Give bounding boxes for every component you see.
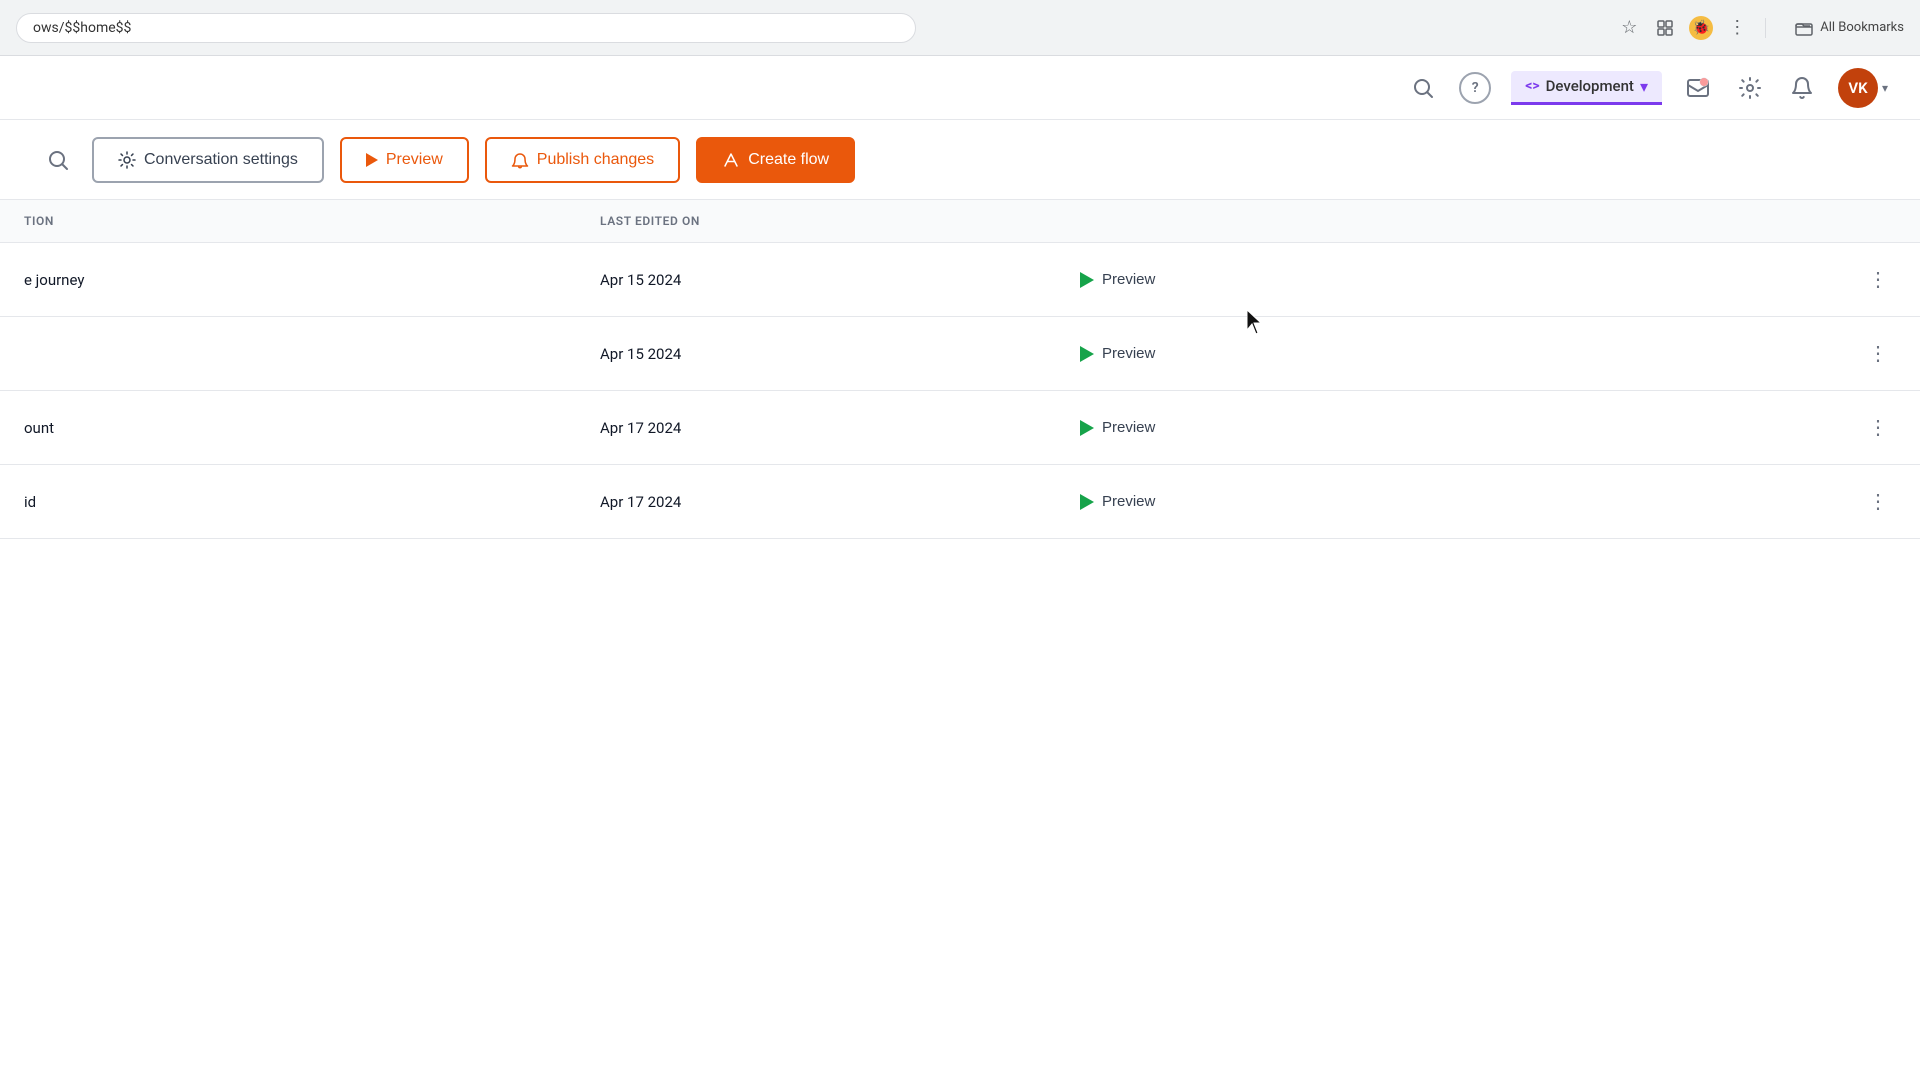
row-edited-3: Apr 17 2024 (576, 465, 1056, 539)
publish-changes-button[interactable]: Publish changes (485, 137, 680, 183)
row-preview-btn-3[interactable]: Preview (1080, 493, 1155, 510)
row-preview-btn-0[interactable]: Preview (1080, 271, 1155, 288)
app-header: ? <> Development ▾ (0, 56, 1920, 120)
toolbar: Conversation settings Preview Publish ch… (0, 120, 1920, 200)
preview-play-icon (366, 153, 378, 167)
col-header-edited: LAST EDITED ON (576, 200, 1056, 243)
row-edited-1: Apr 15 2024 (576, 317, 1056, 391)
row-preview-label-1: Preview (1102, 345, 1155, 362)
publish-changes-label: Publish changes (537, 151, 654, 169)
env-dropdown-icon: ▾ (1640, 77, 1648, 96)
toolbar-search-icon[interactable] (40, 142, 76, 178)
browser-menu-icon[interactable]: ⋮ (1725, 16, 1749, 40)
create-flow-icon (722, 151, 740, 169)
table-body: e journey Apr 15 2024 Preview ⋮ Apr 15 2… (0, 243, 1920, 539)
bookmarks-section[interactable]: All Bookmarks (1794, 18, 1904, 38)
help-icon[interactable]: ? (1459, 72, 1491, 104)
user-chevron-icon: ▾ (1882, 81, 1888, 95)
row-more-3: ⋮ (1728, 465, 1920, 539)
row-more-btn-1[interactable]: ⋮ (1860, 337, 1896, 370)
table-row: e journey Apr 15 2024 Preview ⋮ (0, 243, 1920, 317)
browser-icons: ☆ 🐞 ⋮ All Bookmarks (1617, 16, 1904, 40)
user-menu[interactable]: VK ▾ (1838, 68, 1888, 108)
env-selector[interactable]: <> Development ▾ (1511, 71, 1662, 105)
table-header: TION LAST EDITED ON (0, 200, 1920, 243)
row-edited-2: Apr 17 2024 (576, 391, 1056, 465)
bell-icon (511, 151, 529, 169)
table-container: TION LAST EDITED ON e journey Apr 15 202… (0, 200, 1920, 1080)
conversation-settings-button[interactable]: Conversation settings (92, 137, 324, 183)
row-more-2: ⋮ (1728, 391, 1920, 465)
row-preview-play-icon-0 (1080, 272, 1094, 288)
url-bar[interactable]: ows/$$home$$ (16, 13, 916, 43)
row-name-3: id (0, 465, 576, 539)
env-name-label: Development (1546, 77, 1634, 95)
page-content: ? <> Development ▾ (0, 56, 1920, 1080)
row-name-0: e journey (0, 243, 576, 317)
row-more-btn-0[interactable]: ⋮ (1860, 263, 1896, 296)
row-preview-play-icon-2 (1080, 420, 1094, 436)
user-avatar: VK (1838, 68, 1878, 108)
create-flow-button[interactable]: Create flow (696, 137, 855, 183)
row-preview-play-icon-3 (1080, 494, 1094, 510)
conversation-settings-label: Conversation settings (144, 151, 298, 169)
col-header-more (1728, 200, 1920, 243)
table-row: Apr 15 2024 Preview ⋮ (0, 317, 1920, 391)
row-actions-0: Preview (1056, 243, 1728, 317)
code-arrows-icon: <> (1525, 78, 1539, 94)
browser-divider (1765, 18, 1766, 38)
row-more-1: ⋮ (1728, 317, 1920, 391)
inbox-icon[interactable] (1682, 72, 1714, 104)
row-name-1 (0, 317, 576, 391)
profile-bug-icon[interactable]: 🐞 (1689, 16, 1713, 40)
bookmark-star-icon[interactable]: ☆ (1617, 16, 1641, 40)
table-row: id Apr 17 2024 Preview ⋮ (0, 465, 1920, 539)
row-preview-label-0: Preview (1102, 271, 1155, 288)
all-bookmarks-label: All Bookmarks (1820, 20, 1904, 35)
row-more-btn-2[interactable]: ⋮ (1860, 411, 1896, 444)
row-preview-btn-1[interactable]: Preview (1080, 345, 1155, 362)
row-name-2: ount (0, 391, 576, 465)
preview-button[interactable]: Preview (340, 137, 469, 183)
row-more-0: ⋮ (1728, 243, 1920, 317)
row-actions-2: Preview (1056, 391, 1728, 465)
create-flow-label: Create flow (748, 151, 829, 169)
row-preview-play-icon-1 (1080, 346, 1094, 362)
preview-label: Preview (386, 151, 443, 169)
row-actions-1: Preview (1056, 317, 1728, 391)
col-header-actions (1056, 200, 1728, 243)
notifications-icon[interactable] (1786, 72, 1818, 104)
row-actions-3: Preview (1056, 465, 1728, 539)
row-preview-btn-2[interactable]: Preview (1080, 419, 1155, 436)
settings-btn-icon (118, 151, 136, 169)
row-preview-label-3: Preview (1102, 493, 1155, 510)
bookmarks-folder-icon (1794, 18, 1814, 38)
search-header-icon[interactable] (1407, 72, 1439, 104)
row-more-btn-3[interactable]: ⋮ (1860, 485, 1896, 518)
header-right: ? <> Development ▾ (1407, 68, 1888, 108)
table-row: ount Apr 17 2024 Preview ⋮ (0, 391, 1920, 465)
browser-bar: ows/$$home$$ ☆ 🐞 ⋮ All Bookmark (0, 0, 1920, 56)
flows-table: TION LAST EDITED ON e journey Apr 15 202… (0, 200, 1920, 539)
extensions-icon[interactable] (1653, 16, 1677, 40)
col-header-name: TION (0, 200, 576, 243)
settings-icon[interactable] (1734, 72, 1766, 104)
row-preview-label-2: Preview (1102, 419, 1155, 436)
row-edited-0: Apr 15 2024 (576, 243, 1056, 317)
